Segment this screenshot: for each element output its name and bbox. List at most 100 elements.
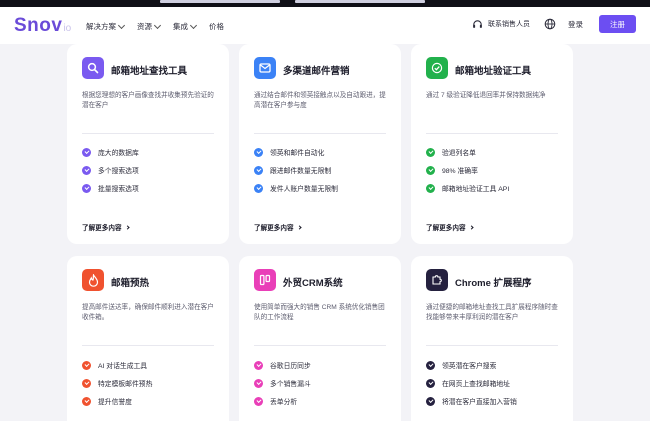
contact-sales-link[interactable]: 联系销售人员	[472, 19, 530, 30]
feature-item: 谷歌日历同步	[254, 360, 311, 370]
flame-icon	[82, 269, 104, 291]
check-icon	[426, 57, 448, 79]
card-divider	[426, 345, 558, 346]
feature-label: 丢单分析	[270, 399, 298, 406]
chevron-right-icon	[296, 224, 302, 230]
feature-item: 在网页上查找邮箱地址	[426, 378, 510, 388]
product-card-email-warmup: 邮箱预热 提高邮件送达率，确保邮件顺利进入潜在客户收件箱。 AI 对话生成工具 …	[67, 256, 229, 421]
top-announcement-bar	[0, 0, 650, 7]
puzzle-icon	[426, 269, 448, 291]
chevron-down-icon	[189, 21, 198, 29]
feature-item: 将潜在客户直接加入营销	[426, 396, 517, 406]
feature-label: 发件人账户数量无限制	[270, 186, 338, 193]
feature-item: 98% 准确率	[426, 165, 478, 175]
contact-sales-label: 联系销售人员	[488, 21, 530, 28]
feature-label: 批量搜索选项	[98, 186, 139, 193]
feature-item: 庞大的数据库	[82, 147, 139, 157]
header-actions: 联系销售人员 登录 注册	[472, 15, 636, 33]
feature-item: 提升信誉度	[82, 396, 132, 406]
feature-label: 提升信誉度	[98, 399, 132, 406]
nav-item-pricing[interactable]: 价格	[209, 21, 224, 32]
card-description: 通过结合邮件和领英接触点以及自动跟进，提高潜在客户参与度	[254, 92, 386, 109]
nav-item-label: 解决方案	[86, 22, 116, 31]
feature-item: 多个销售漏斗	[254, 378, 311, 388]
card-divider	[254, 345, 386, 346]
register-button[interactable]: 注册	[599, 15, 636, 33]
card-divider	[254, 133, 386, 134]
feature-label: 在网页上查找邮箱地址	[442, 381, 510, 388]
card-title: 邮箱预热	[111, 278, 150, 289]
feature-label: 多个销售漏斗	[270, 381, 311, 388]
check-circle-icon	[426, 396, 435, 406]
login-link[interactable]: 登录	[568, 19, 583, 30]
learn-more-link[interactable]: 了解更多内容	[254, 222, 302, 232]
check-circle-icon	[426, 147, 435, 157]
crm-icon	[254, 269, 276, 291]
snov-logo[interactable]: Snovio	[14, 15, 71, 37]
product-card-email-verifier: 邮箱地址验证工具 通过 7 级验证降低退回率并保持数据纯净 验退列名单 98% …	[411, 44, 573, 244]
learn-more-label: 了解更多内容	[254, 225, 294, 232]
feature-item: 邮箱地址验证工具 API	[426, 183, 509, 193]
feature-item: 跟进邮件数量无限制	[254, 165, 331, 175]
feature-label: 将潜在客户直接加入营销	[442, 399, 517, 406]
check-circle-icon	[82, 147, 91, 157]
chevron-down-icon	[153, 21, 162, 29]
check-circle-icon	[254, 183, 263, 193]
feature-item: 批量搜索选项	[82, 183, 139, 193]
feature-label: 领英和邮件自动化	[270, 150, 325, 157]
check-circle-icon	[426, 165, 435, 175]
nav-item-solutions[interactable]: 解决方案	[86, 21, 126, 32]
feature-label: 领英潜在客户搜索	[442, 363, 497, 370]
card-description: 根据您理想的客户画像查找并收集预先验证的潜在客户	[82, 92, 214, 109]
check-circle-icon	[82, 360, 91, 370]
card-description: 提高邮件送达率，确保邮件顺利进入潜在客户收件箱。	[82, 304, 214, 321]
globe-icon[interactable]	[544, 18, 556, 30]
feature-item: 领英和邮件自动化	[254, 147, 324, 157]
check-circle-icon	[82, 183, 91, 193]
headset-icon	[473, 19, 482, 28]
card-divider	[82, 345, 214, 346]
card-divider	[426, 133, 558, 134]
feature-label: 特定模板邮件预热	[98, 381, 153, 388]
card-divider	[82, 133, 214, 134]
feature-label: 庞大的数据库	[98, 150, 139, 157]
nav-item-label: 资源	[137, 22, 152, 31]
nav-item-integrations[interactable]: 集成	[173, 21, 198, 32]
card-title: Chrome 扩展程序	[455, 278, 532, 289]
feature-item: 领英潜在客户搜索	[426, 360, 496, 370]
chevron-down-icon	[117, 21, 126, 29]
feature-label: 验退列名单	[442, 150, 476, 157]
check-circle-icon	[254, 147, 263, 157]
search-icon	[82, 57, 104, 79]
card-description: 使用简单而强大的销售 CRM 系统优化销售团队的工作流程	[254, 304, 385, 321]
nav-item-resources[interactable]: 资源	[137, 21, 162, 32]
learn-more-link[interactable]: 了解更多内容	[426, 222, 474, 232]
feature-label: 邮箱地址验证工具 API	[442, 186, 510, 193]
check-circle-icon	[82, 165, 91, 175]
chevron-right-icon	[124, 224, 130, 230]
main-nav: 解决方案 资源 集成 价格	[86, 21, 224, 32]
check-circle-icon	[82, 396, 91, 406]
check-circle-icon	[426, 183, 435, 193]
product-card-email-finder: 邮箱地址查找工具 根据您理想的客户画像查找并收集预先验证的潜在客户 庞大的数据库…	[67, 44, 229, 244]
card-description: 通过 7 级验证降低退回率并保持数据纯净	[426, 92, 546, 99]
logo-text: Snov	[14, 15, 63, 36]
check-circle-icon	[82, 378, 91, 388]
check-circle-icon	[254, 360, 263, 370]
chevron-right-icon	[468, 224, 474, 230]
feature-label: 谷歌日历同步	[270, 363, 311, 370]
card-title: 多渠道邮件营销	[283, 66, 350, 77]
feature-item: 验退列名单	[426, 147, 476, 157]
site-header: Snovio 解决方案 资源 集成 价格 联系销售人员 登录 注册	[0, 7, 650, 44]
product-card-chrome-extension: Chrome 扩展程序 通过便捷的邮箱地址查找工具扩展程序随时查找能够带来丰厚利…	[411, 256, 573, 421]
logo-suffix: io	[63, 23, 72, 34]
feature-label: AI 对话生成工具	[98, 363, 148, 370]
feature-item: 多个搜索选项	[82, 165, 139, 175]
learn-more-label: 了解更多内容	[426, 225, 466, 232]
learn-more-link[interactable]: 了解更多内容	[82, 222, 130, 232]
check-circle-icon	[426, 378, 435, 388]
feature-item: 特定模板邮件预热	[82, 378, 152, 388]
product-card-email-campaigns: 多渠道邮件营销 通过结合邮件和领英接触点以及自动跟进，提高潜在客户参与度 领英和…	[239, 44, 401, 244]
product-card-crm: 外贸CRM系统 使用简单而强大的销售 CRM 系统优化销售团队的工作流程 谷歌日…	[239, 256, 401, 421]
card-title: 邮箱地址查找工具	[111, 66, 188, 77]
